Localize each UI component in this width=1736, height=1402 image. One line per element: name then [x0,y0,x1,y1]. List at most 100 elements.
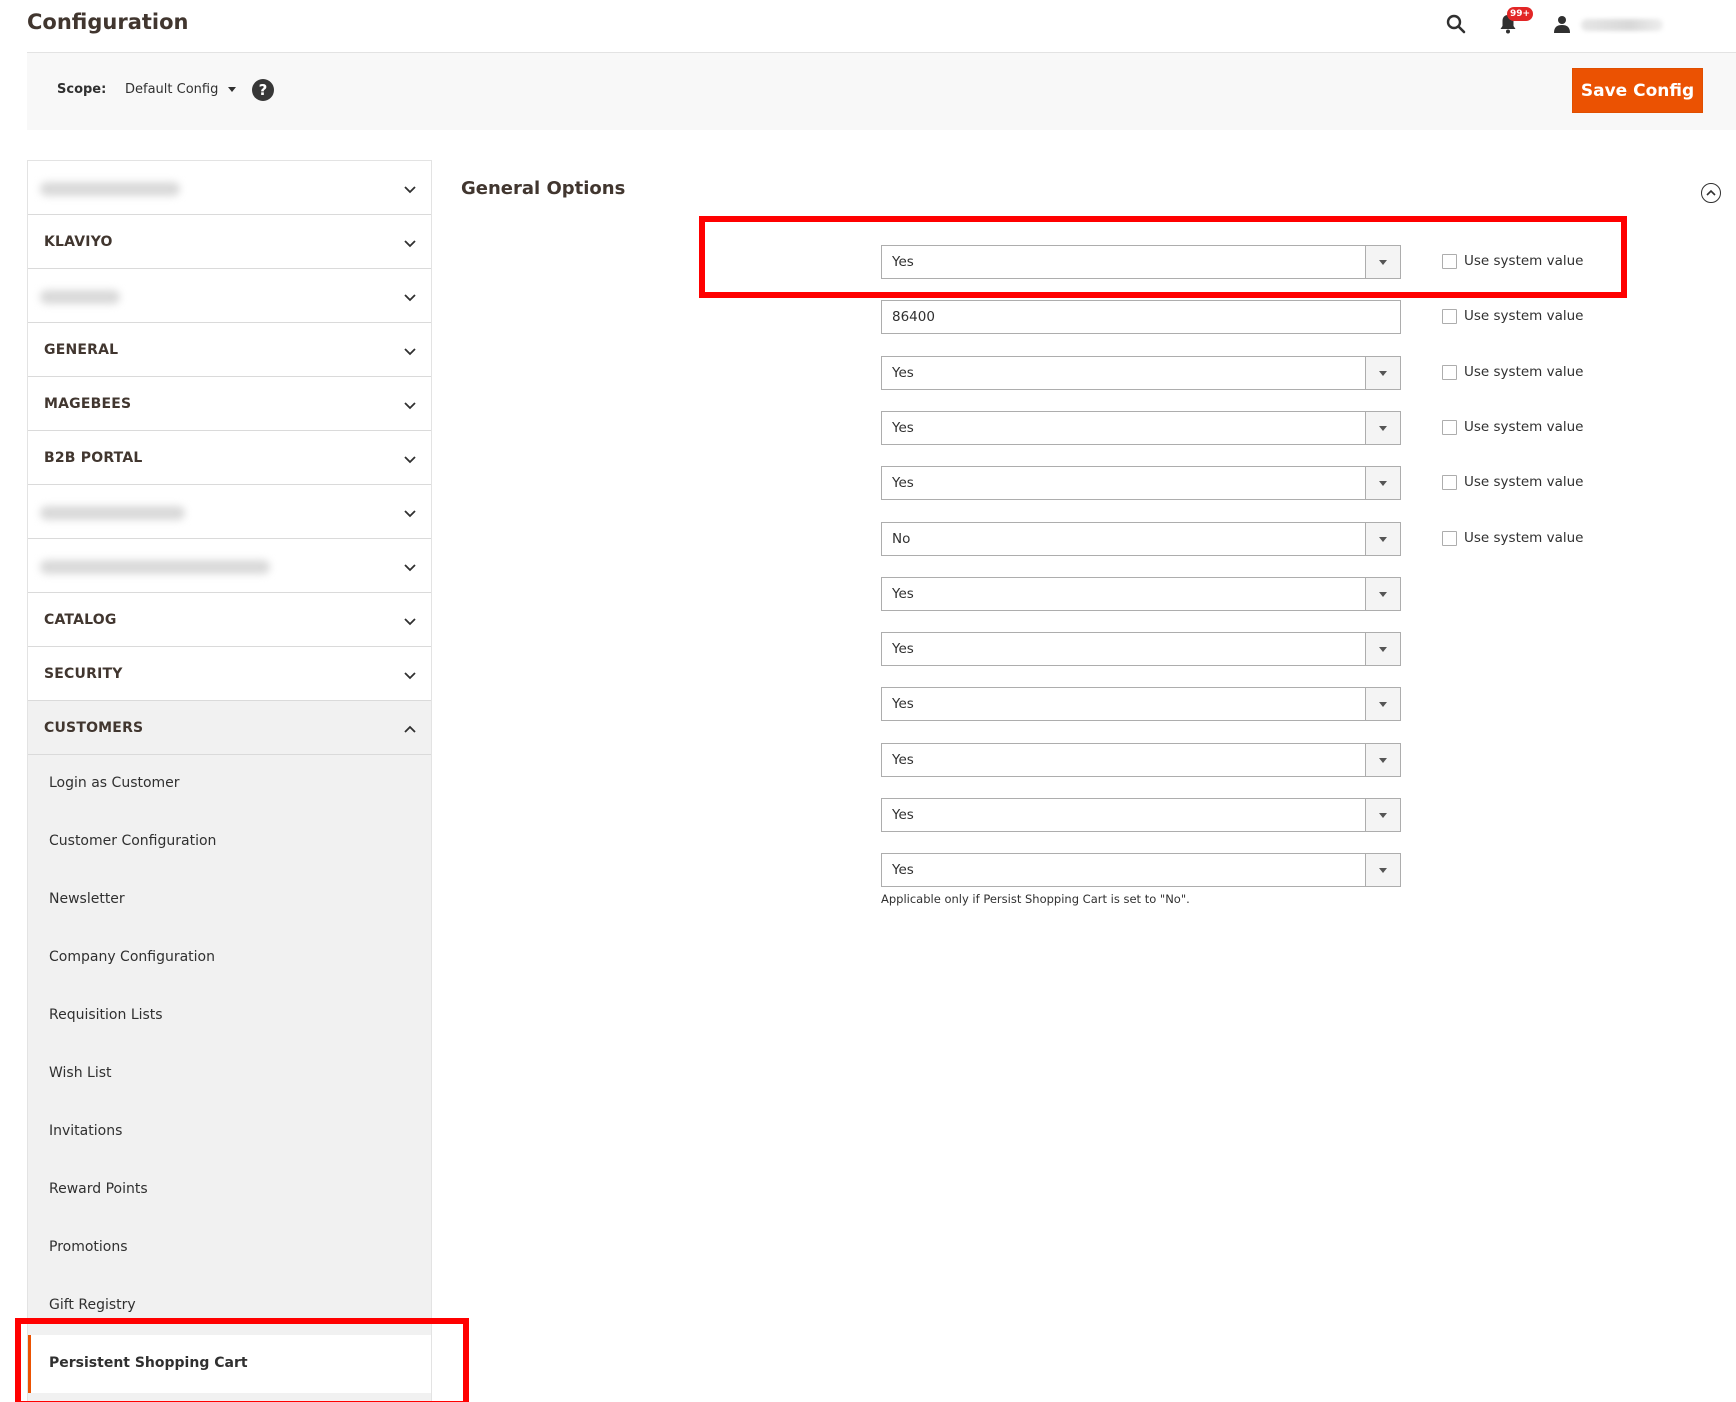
sidebar-item-wish-list[interactable]: Wish List [28,1045,431,1103]
dropdown-arrow-icon [1365,578,1400,610]
field-value: No [892,531,911,547]
field-row-remember-me-default-value: "Remember Me" Default Value[website]YesU… [440,411,1640,451]
select-clear-persistence-on-sign-out[interactable]: Yes [881,466,1401,500]
bell-icon[interactable]: 99+ [1492,7,1534,40]
notification-badge: 99+ [1507,7,1534,21]
sidebar-group-customers[interactable]: CUSTOMERS [28,701,431,755]
sidebar-item-label: Wish List [49,1065,112,1081]
sidebar-item-label: Gift Registry [49,1297,136,1313]
checkbox-box[interactable] [1442,253,1457,269]
use-system-value-checkbox[interactable]: Use system value [1442,364,1583,380]
field-value: Yes [892,420,914,436]
select-persist-wish-list[interactable]: Yes [881,577,1401,611]
sidebar-item-company-configuration[interactable]: Company Configuration [28,929,431,987]
use-system-value-checkbox[interactable]: Use system value [1442,419,1583,435]
user-name-redacted[interactable] [1581,19,1663,31]
field-row-persist-comparison-history: Persist Comparison History[website]Yes [440,743,1640,783]
config-sidebar: KLAVIYO GENERAL MAGEBEES B2B PORTAL CATALOG S… [27,160,432,1402]
sidebar-group-redacted-0[interactable] [28,161,431,215]
checkbox-box[interactable] [1442,474,1457,490]
field-value: Yes [892,641,914,657]
use-system-value-checkbox[interactable]: Use system value [1442,308,1583,324]
sidebar-group-title: KLAVIYO [44,233,113,250]
dropdown-arrow-icon [1365,854,1400,886]
field-value: Yes [892,475,914,491]
chevron-down-icon [403,235,417,249]
sidebar-group-klaviyo[interactable]: KLAVIYO [28,215,431,269]
sidebar-group-b2b-portal[interactable]: B2B PORTAL [28,431,431,485]
field-row-persist-recently-viewed-products: Persist Recently Viewed Products[website… [440,798,1640,838]
chevron-down-icon [403,559,417,573]
collapse-icon[interactable] [1701,183,1721,203]
checkbox-box[interactable] [1442,419,1457,435]
sidebar-item-promotions[interactable]: Promotions [28,1219,431,1277]
scope-label: Scope: [57,82,107,97]
use-system-value-checkbox[interactable]: Use system value [1442,474,1583,490]
dropdown-arrow-icon [1365,357,1400,389]
field-row-enable-remember-me: Enable "Remember Me"[website]YesUse syst… [440,356,1640,396]
use-system-value-label: Use system value [1464,419,1584,435]
select-enable-persistence[interactable]: Yes [881,245,1401,279]
field-row-persistence-lifetime-seconds: Persistence Lifetime (seconds)[website]8… [440,300,1640,340]
sidebar-item-customer-configuration[interactable]: Customer Configuration [28,813,431,871]
checkbox-box[interactable] [1442,308,1457,324]
sidebar-item-newsletter[interactable]: Newsletter [28,871,431,929]
sidebar-group-redacted-6[interactable] [28,485,431,539]
checkbox-box[interactable] [1442,530,1457,546]
dropdown-arrow-icon [1365,246,1400,278]
section-title: General Options [461,178,626,199]
field-row-persist-shopping-cart: Persist Shopping Cart[website]NoUse syst… [440,522,1640,562]
checkbox-box[interactable] [1442,364,1457,380]
sidebar-group-security[interactable]: SECURITY [28,647,431,701]
sidebar-group-general[interactable]: GENERAL [28,323,431,377]
scope-switcher[interactable]: Default Config [125,82,237,97]
select-remember-me-default-value[interactable]: Yes [881,411,1401,445]
use-system-value-checkbox[interactable]: Use system value [1442,530,1583,546]
select-persist-recently-viewed-products[interactable]: Yes [881,798,1401,832]
sidebar-item-reward-points[interactable]: Reward Points [28,1161,431,1219]
sidebar-group-redacted-2[interactable] [28,269,431,323]
use-system-value-checkbox[interactable]: Use system value [1442,253,1583,269]
field-row-persist-wish-list: Persist Wish List[website]Yes [440,577,1640,617]
chevron-down-icon [403,613,417,627]
select-persist-customer-group-membership-and-segmentation[interactable]: Yes [881,853,1401,887]
field-value: Yes [892,365,914,381]
scope-value: Default Config [125,82,219,97]
sidebar-item-persistent-shopping-cart[interactable]: Persistent Shopping Cart [28,1335,431,1393]
dropdown-arrow-icon [1365,688,1400,720]
use-system-value-label: Use system value [1464,530,1584,546]
sidebar-group-catalog[interactable]: CATALOG [28,593,431,647]
use-system-value-label: Use system value [1464,364,1584,380]
dropdown-arrow-icon [1365,633,1400,665]
save-config-button[interactable]: Save Config [1572,68,1703,113]
select-enable-remember-me[interactable]: Yes [881,356,1401,390]
sidebar-item-label: Requisition Lists [49,1007,163,1023]
select-persist-shopping-cart[interactable]: No [881,522,1401,556]
sidebar-group-magebees[interactable]: MAGEBEES [28,377,431,431]
select-persist-currently-compared-products[interactable]: Yes [881,687,1401,721]
field-value: Yes [892,862,914,878]
sidebar-item-login-as-customer[interactable]: Login as Customer [28,755,431,813]
sidebar-group-redacted-7[interactable] [28,539,431,593]
chevron-down-icon [403,181,417,195]
sidebar-group-title: CATALOG [44,611,117,628]
field-row-persist-recently-ordered-items: Persist Recently Ordered Items[website]Y… [440,632,1640,672]
sidebar-item-invitations[interactable]: Invitations [28,1103,431,1161]
field-value: Yes [892,696,914,712]
chevron-down-icon [403,451,417,465]
field-row-persist-customer-group-membership-and-segmentation: Persist Customer Group Membership and Se… [440,853,1640,906]
dropdown-arrow-icon [1365,467,1400,499]
user-icon[interactable] [1546,8,1578,40]
search-icon[interactable] [1440,8,1472,40]
dropdown-arrow-icon [1365,799,1400,831]
select-persist-recently-ordered-items[interactable]: Yes [881,632,1401,666]
field-row-persist-currently-compared-products: Persist Currently Compared Products[webs… [440,687,1640,727]
select-persist-comparison-history[interactable]: Yes [881,743,1401,777]
input-persistence-lifetime-seconds[interactable]: 86400 [881,300,1401,334]
sidebar-item-label: Reward Points [49,1181,148,1197]
help-icon[interactable]: ? [252,79,274,101]
sidebar-group-title: CUSTOMERS [44,719,144,736]
sidebar-group-title-redacted [40,182,180,196]
sidebar-item-requisition-lists[interactable]: Requisition Lists [28,987,431,1045]
sidebar-item-gift-registry[interactable]: Gift Registry [28,1277,431,1335]
